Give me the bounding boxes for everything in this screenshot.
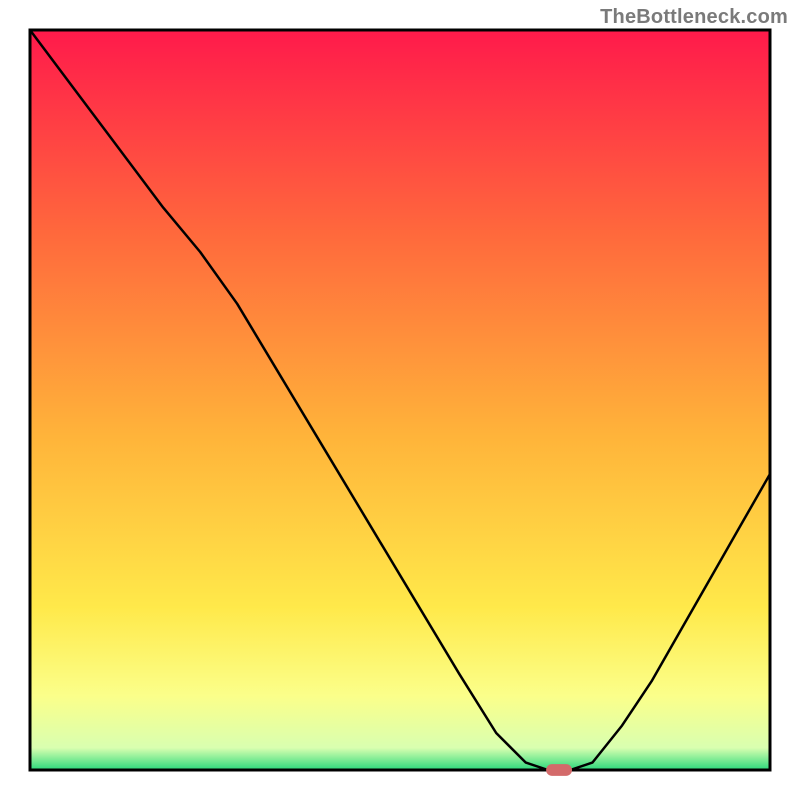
optimum-marker: [546, 764, 572, 776]
bottleneck-chart: [0, 0, 800, 800]
plot-background: [30, 30, 770, 770]
